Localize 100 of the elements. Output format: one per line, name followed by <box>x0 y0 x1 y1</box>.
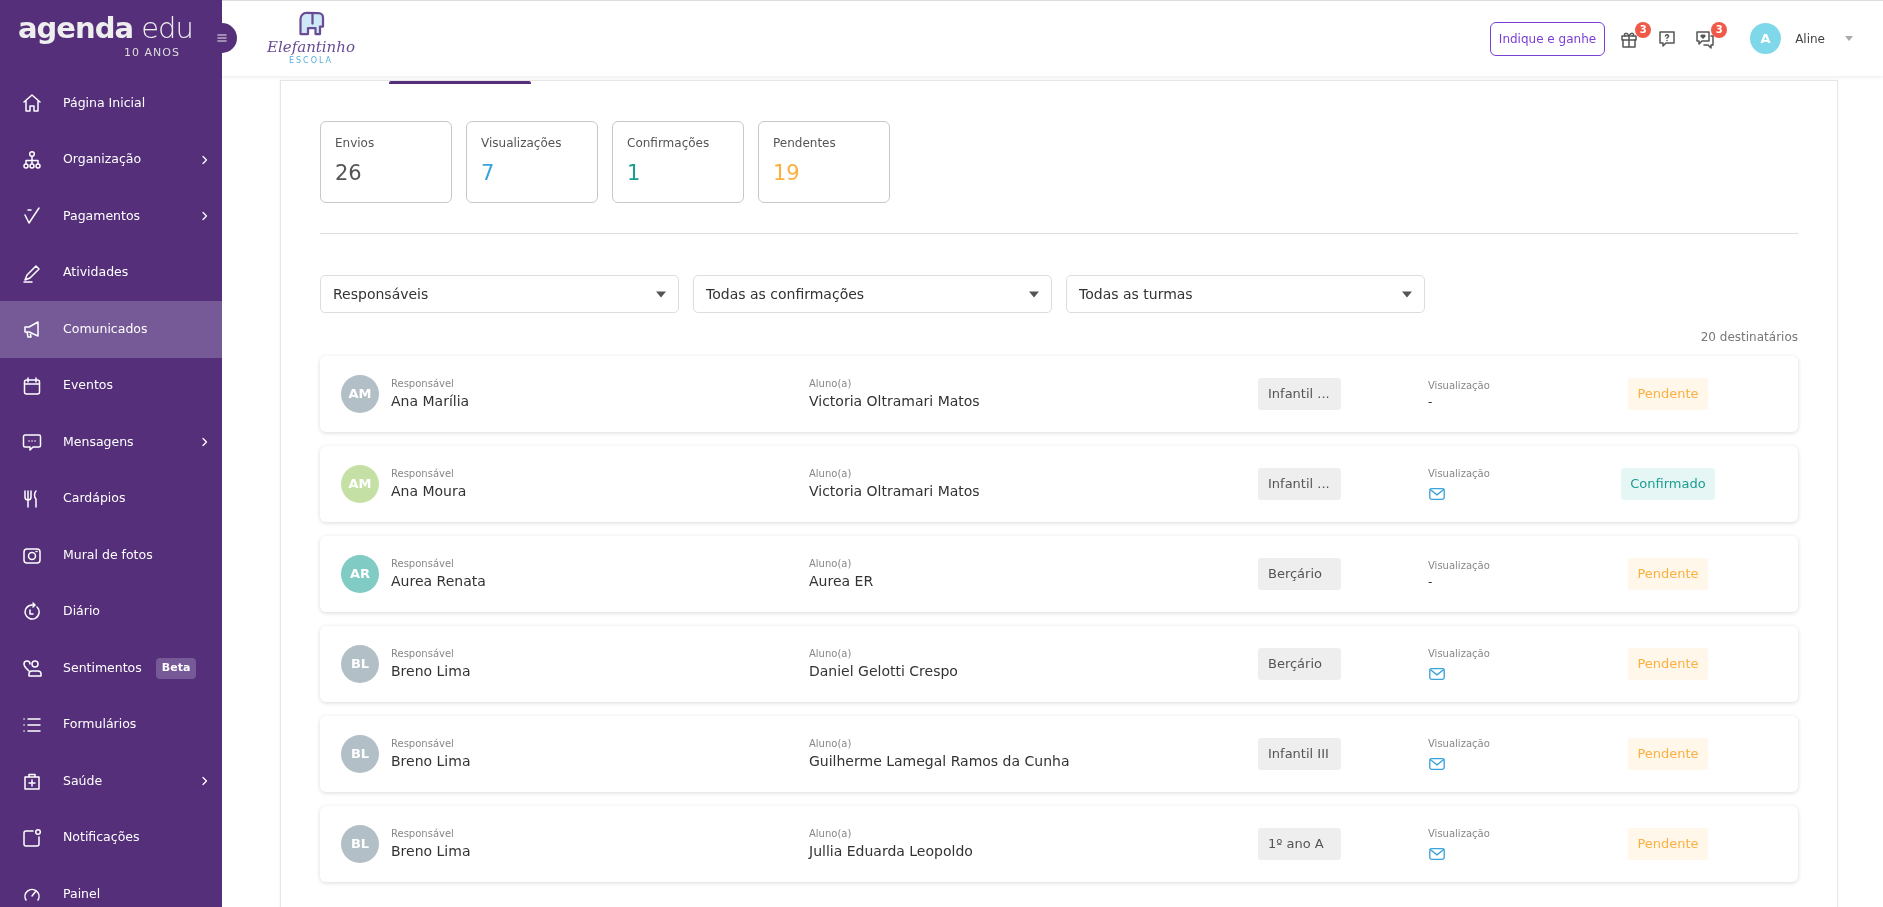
responsible-name: Breno Lima <box>391 752 472 771</box>
field-label: Visualização <box>1428 826 1491 841</box>
notification-badge: 3 <box>1635 21 1652 38</box>
field-label: Responsável <box>391 377 455 391</box>
sidebar-item[interactable]: Atividades <box>0 244 222 301</box>
field-label: Visualização <box>1428 466 1491 481</box>
caret-down-icon <box>1402 290 1412 298</box>
status-tag: Pendente <box>1628 558 1708 590</box>
responsible-name: Ana Marília <box>391 392 471 411</box>
sidebar-item[interactable]: Sentimentos Beta <box>0 640 222 697</box>
sidebar-item[interactable]: Eventos <box>0 357 222 414</box>
filter-dropdown[interactable]: Todas as turmas <box>1066 275 1425 313</box>
class-tag: Berçário <box>1258 648 1341 680</box>
sidebar-item[interactable]: Mural de fotos <box>0 527 222 584</box>
medical-kit-icon <box>22 771 42 792</box>
avatar: BL <box>341 735 379 773</box>
student-name: Aurea ER <box>809 572 875 591</box>
field-label: Aluno(a) <box>809 467 853 481</box>
org-chart-icon <box>22 149 42 170</box>
class-tag: Infantil III <box>1258 738 1341 770</box>
caret-down-icon <box>1029 290 1039 298</box>
field-label: Responsável <box>391 827 455 841</box>
field-label: Aluno(a) <box>809 647 853 661</box>
megaphone-icon <box>22 319 42 340</box>
field-label: Responsável <box>391 557 455 571</box>
student-name: Victoria Oltramari Matos <box>809 482 981 501</box>
field-label: Responsável <box>391 737 455 751</box>
filter-dropdown[interactable]: Responsáveis <box>320 275 679 313</box>
beta-tag: Beta <box>155 658 197 679</box>
class-tag: Infantil ... <box>1258 378 1341 410</box>
sidebar-item[interactable]: Diário <box>0 583 222 640</box>
field-label: Responsável <box>391 467 455 481</box>
stat-value: 19 <box>773 160 801 187</box>
avatar: BL <box>341 645 379 683</box>
chat-icon <box>22 432 42 453</box>
sidebar-item[interactable]: Mensagens <box>0 414 222 471</box>
student-name: Victoria Oltramari Matos <box>809 392 981 411</box>
avatar: AR <box>341 555 379 593</box>
heart-person-icon <box>22 658 42 679</box>
field-label: Aluno(a) <box>809 827 853 841</box>
view-value: - <box>1428 393 1434 411</box>
recipient-count: 20 destinatários <box>1699 329 1798 346</box>
class-tag: Berçário <box>1258 558 1341 590</box>
check-icon <box>22 206 42 227</box>
filter-dropdown[interactable]: Todas as confirmações <box>693 275 1052 313</box>
class-tag: Infantil ... <box>1258 468 1341 500</box>
responsible-name: Ana Moura <box>391 482 468 501</box>
field-label: Aluno(a) <box>809 737 853 751</box>
stat-label: Confirmações <box>627 135 711 152</box>
notification-badge: 3 <box>1711 21 1728 38</box>
sidebar-item[interactable]: Painel <box>0 866 222 907</box>
notification-icon <box>22 827 42 848</box>
responsible-name: Breno Lima <box>391 662 472 681</box>
menu-icon <box>216 32 228 44</box>
field-label: Visualização <box>1428 736 1491 751</box>
student-name: Jullia Eduarda Leopoldo <box>809 842 974 861</box>
status-tag: Pendente <box>1628 378 1708 410</box>
school-logo: Elefantinho ESCOLA <box>266 10 356 67</box>
camera-icon <box>22 545 42 566</box>
stat-value: 26 <box>335 160 363 187</box>
calendar-icon <box>22 375 42 396</box>
refer-button[interactable]: Indique e ganhe <box>1489 21 1606 56</box>
student-name: Daniel Gelotti Crespo <box>809 662 959 681</box>
avatar: AM <box>341 465 379 503</box>
avatar: BL <box>341 825 379 863</box>
sidebar-item[interactable]: Notificações <box>0 809 222 866</box>
field-label: Aluno(a) <box>809 377 853 391</box>
sidebar-item[interactable]: Saúde <box>0 753 222 810</box>
brand-logo: agenda edu <box>18 14 194 43</box>
field-label: Visualização <box>1428 558 1491 573</box>
stat-value: 7 <box>481 160 496 187</box>
field-label: Visualização <box>1428 378 1491 393</box>
stat-label: Pendentes <box>773 135 837 152</box>
status-tag: Confirmado <box>1621 468 1715 500</box>
chat-heart-icon[interactable] <box>1695 28 1716 49</box>
field-label: Aluno(a) <box>809 557 853 571</box>
brand-subtitle: 10 ANOS <box>124 45 181 61</box>
avatar: AM <box>341 375 379 413</box>
help-icon[interactable] <box>1657 28 1678 49</box>
sidebar-item[interactable]: Organização <box>0 131 222 188</box>
status-tag: Pendente <box>1628 738 1708 770</box>
field-label: Visualização <box>1428 646 1491 661</box>
stat-value: 1 <box>627 160 642 187</box>
stat-label: Visualizações <box>481 135 563 152</box>
user-name[interactable]: Aline <box>1795 29 1825 48</box>
responsible-name: Aurea Renata <box>391 572 487 591</box>
field-label: Responsável <box>391 647 455 661</box>
responsible-name: Breno Lima <box>391 842 472 861</box>
refresh-icon <box>22 601 42 622</box>
status-tag: Pendente <box>1628 648 1708 680</box>
sidebar-item[interactable]: Página Inicial <box>0 75 222 132</box>
view-value: - <box>1428 573 1434 591</box>
pencil-icon <box>22 262 42 283</box>
home-icon <box>22 93 42 114</box>
sidebar-item[interactable]: Formulários <box>0 696 222 753</box>
stat-label: Envios <box>335 135 376 152</box>
caret-down-icon <box>656 290 666 298</box>
sidebar-item[interactable]: Comunicados <box>0 301 222 358</box>
sidebar-item[interactable]: Pagamentos <box>0 188 222 245</box>
sidebar-item[interactable]: Cardápios <box>0 470 222 527</box>
